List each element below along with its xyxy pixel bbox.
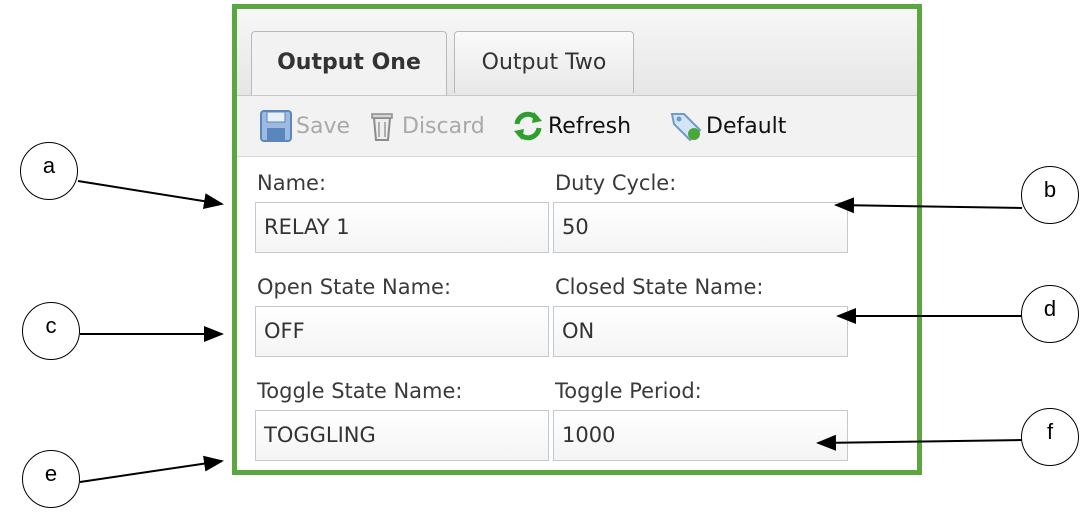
callout-e: e bbox=[22, 450, 80, 508]
callout-f: f bbox=[1021, 408, 1079, 466]
arrow-f bbox=[816, 434, 1023, 451]
annotation-arrows bbox=[77, 180, 1023, 483]
arrow-a bbox=[77, 180, 224, 210]
callout-b: b bbox=[1021, 166, 1079, 224]
callout-a: a bbox=[20, 142, 78, 200]
callout-c: c bbox=[22, 302, 80, 360]
arrow-b bbox=[834, 197, 1023, 214]
callout-d: d bbox=[1021, 285, 1079, 343]
arrow-e bbox=[79, 455, 224, 483]
